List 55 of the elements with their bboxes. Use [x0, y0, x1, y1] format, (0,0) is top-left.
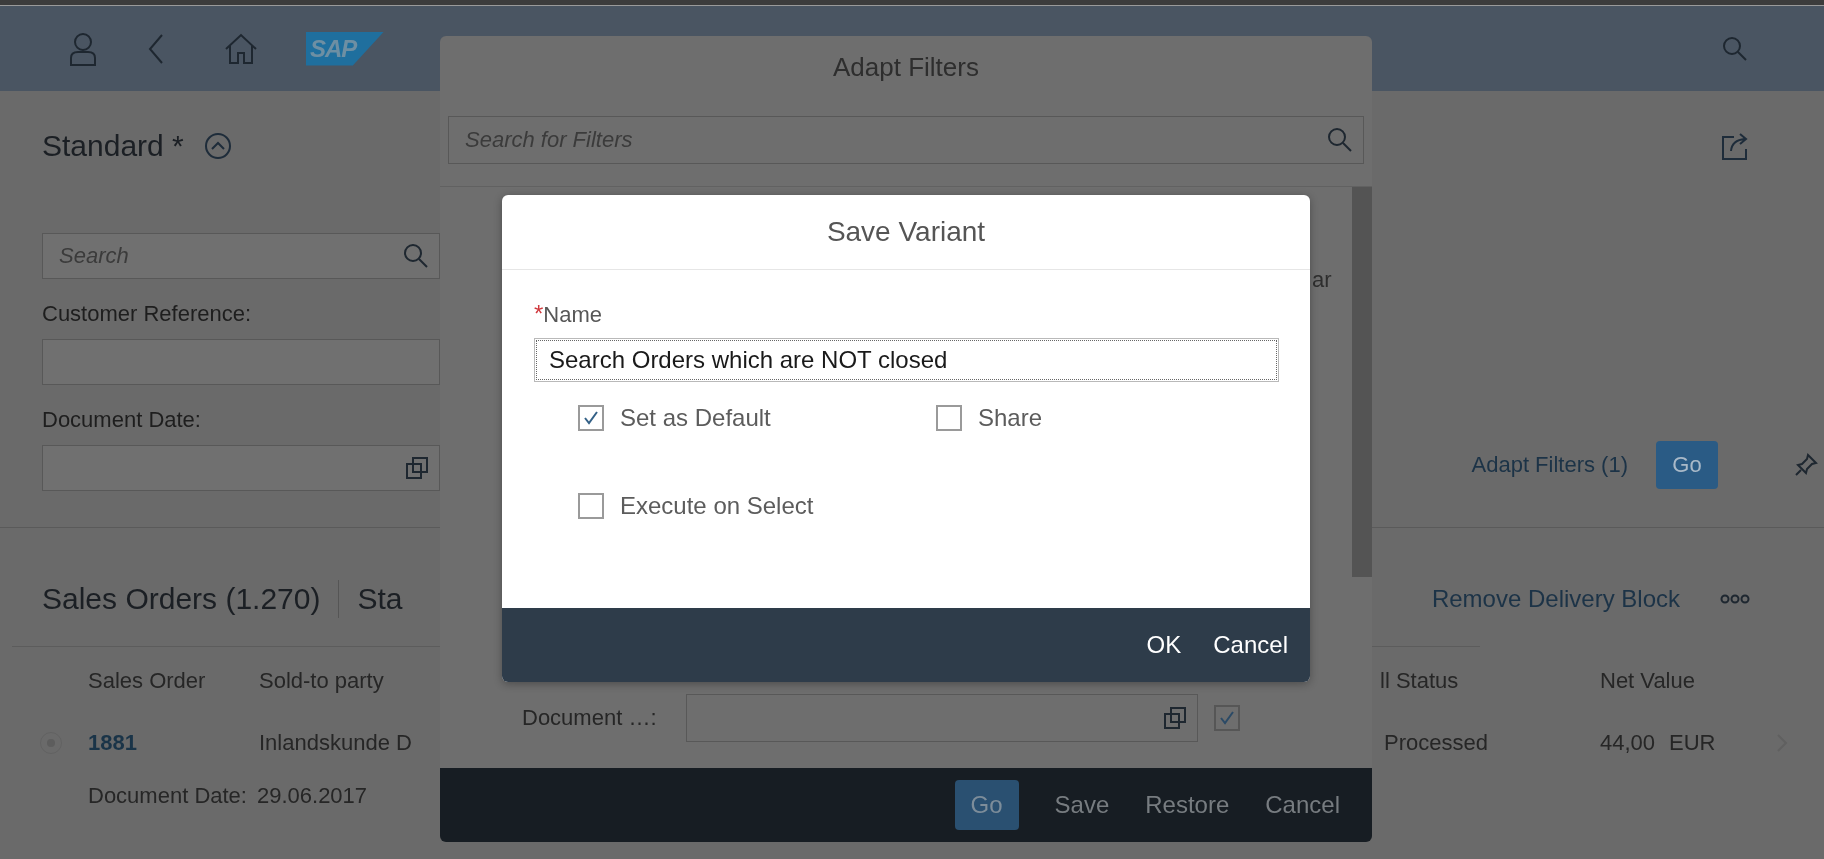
ok-button[interactable]: OK: [1134, 623, 1194, 667]
dialog-title: Adapt Filters: [832, 51, 980, 84]
table-cell: 29.06.2017: [256, 783, 368, 809]
home-icon[interactable]: [224, 32, 258, 65]
scrollbar[interactable]: [1352, 187, 1372, 577]
column-header: Sold-to party: [259, 668, 385, 694]
column-header: Net Value: [1600, 668, 1696, 694]
checkbox-label: Set as Default: [620, 404, 771, 432]
table-cell-text: Processed: [1383, 730, 1489, 756]
table-cell: EUR: [1669, 730, 1716, 756]
variant-title[interactable]: Sta: [357, 582, 403, 616]
back-icon[interactable]: [146, 32, 166, 65]
share-icon[interactable]: [1720, 131, 1750, 161]
name-field[interactable]: Search Orders which are NOT closed: [534, 338, 1279, 382]
field-label: Customer Reference:: [42, 301, 253, 327]
collapse-icon[interactable]: [203, 132, 232, 160]
go-button[interactable]: Go: [1656, 441, 1718, 489]
cancel-button[interactable]: Cancel: [1201, 623, 1300, 667]
footer-button[interactable]: Restore: [1131, 783, 1244, 827]
checkbox[interactable]: [578, 493, 604, 519]
table-cell-text: Inlandskunde D: [259, 730, 413, 756]
go-button[interactable]: Go: [954, 780, 1019, 830]
search-icon[interactable]: [1722, 35, 1748, 62]
column-header: ll Status: [1380, 668, 1460, 694]
field-label: Document Date:: [42, 407, 202, 433]
required-mark: *: [534, 300, 544, 328]
value-help-icon[interactable]: [1163, 706, 1187, 730]
footer-button[interactable]: Cancel: [1251, 783, 1354, 827]
user-icon[interactable]: [68, 31, 98, 66]
more-icon[interactable]: [1720, 594, 1750, 604]
input-field[interactable]: [42, 445, 440, 491]
toolbar-button[interactable]: Remove Delivery Block: [1431, 585, 1680, 613]
field-label: Document …:: [522, 705, 658, 731]
input-field[interactable]: [42, 339, 440, 385]
value-help-icon[interactable]: [405, 456, 429, 480]
column-header: Sales Order: [88, 668, 207, 694]
variant-title[interactable]: Standard *: [42, 129, 184, 163]
checkbox-label: Execute on Select: [620, 492, 814, 520]
field-label: ar: [1312, 267, 1332, 293]
input-field[interactable]: [686, 694, 1198, 742]
checkbox-label: Share: [978, 404, 1043, 432]
table-title: Sales Orders (1.270): [42, 582, 321, 616]
table-cell: 44,00: [1600, 730, 1656, 756]
dialog-title: Save Variant: [502, 195, 1310, 270]
footer-button[interactable]: Save: [1040, 783, 1124, 827]
checkbox[interactable]: [1214, 705, 1240, 731]
pin-icon[interactable]: [1794, 453, 1818, 477]
adapt-filters-link[interactable]: Adapt Filters (1): [1471, 452, 1628, 478]
search-icon[interactable]: [1327, 127, 1353, 153]
table-cell: Document Date:: [88, 783, 247, 809]
field-label: Name: [543, 302, 603, 328]
search-icon[interactable]: [403, 243, 429, 269]
checkbox[interactable]: [578, 405, 604, 431]
checkbox[interactable]: [936, 405, 962, 431]
order-link[interactable]: 1881: [88, 730, 259, 756]
